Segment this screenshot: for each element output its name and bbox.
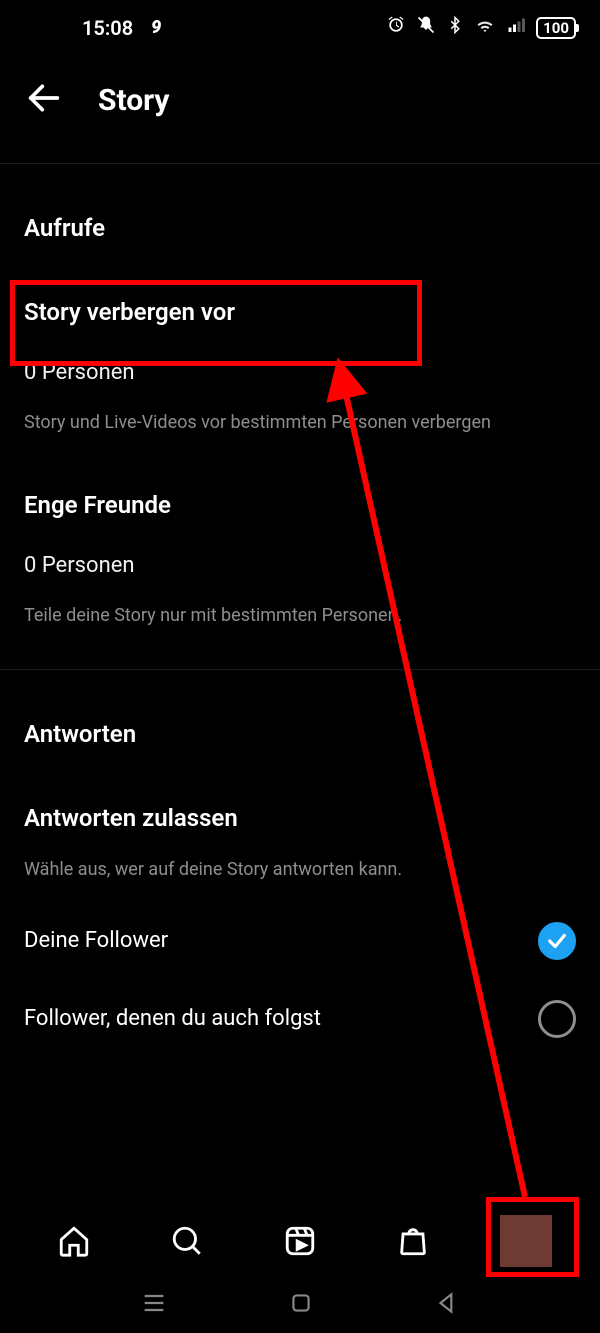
sys-back[interactable]: [434, 1290, 460, 1320]
hide-story-desc: Story und Live-Videos vor bestimmten Per…: [24, 385, 576, 435]
sys-home[interactable]: [288, 1290, 314, 1320]
close-friends-count: 0 Personen: [24, 519, 576, 578]
back-button[interactable]: [24, 78, 64, 122]
replies-heading: Antworten: [24, 670, 576, 748]
nav-shop[interactable]: [381, 1224, 445, 1258]
notification-nine-icon: 9: [151, 17, 161, 38]
allow-replies-desc: Wähle aus, wer auf deine Story antworten…: [24, 832, 576, 882]
allow-replies-heading: Antworten zulassen: [24, 748, 576, 832]
alarm-icon: [386, 15, 406, 40]
radio-checked-icon: [538, 922, 576, 960]
close-friends-desc: Teile deine Story nur mit bestimmten Per…: [24, 578, 576, 628]
sys-recents[interactable]: [140, 1289, 168, 1321]
annotation-highlight-top: [10, 280, 422, 366]
close-friends-label: Enge Freunde: [24, 435, 576, 519]
reply-option-label: Deine Follower: [24, 928, 168, 953]
reply-option-label: Follower, denen du auch folgst: [24, 1006, 321, 1031]
nav-home[interactable]: [42, 1224, 106, 1258]
page-title: Story: [98, 83, 170, 118]
views-section: Aufrufe Story verbergen vor 0 Personen S…: [0, 164, 600, 629]
nav-reels[interactable]: [268, 1224, 332, 1258]
wifi-icon: [474, 16, 496, 40]
views-heading: Aufrufe: [24, 164, 576, 242]
system-nav: [0, 1277, 600, 1333]
annotation-highlight-bottom: [486, 1197, 579, 1277]
app-header: Story: [0, 55, 600, 145]
close-friends-item[interactable]: Enge Freunde 0 Personen Teile deine Stor…: [24, 435, 576, 628]
reply-option-mutual[interactable]: Follower, denen du auch folgst: [24, 960, 576, 1038]
reply-option-followers[interactable]: Deine Follower: [24, 882, 576, 960]
battery-indicator: 100: [536, 17, 576, 39]
radio-unchecked-icon: [538, 1000, 576, 1038]
signal-icon: [506, 16, 526, 40]
nav-search[interactable]: [155, 1224, 219, 1258]
status-time: 15:08: [82, 16, 133, 40]
bluetooth-icon: [446, 15, 464, 40]
replies-section: Antworten Antworten zulassen Wähle aus, …: [0, 670, 600, 1038]
status-bar: 15:08 9 100: [0, 0, 600, 55]
mute-icon: [416, 15, 436, 40]
